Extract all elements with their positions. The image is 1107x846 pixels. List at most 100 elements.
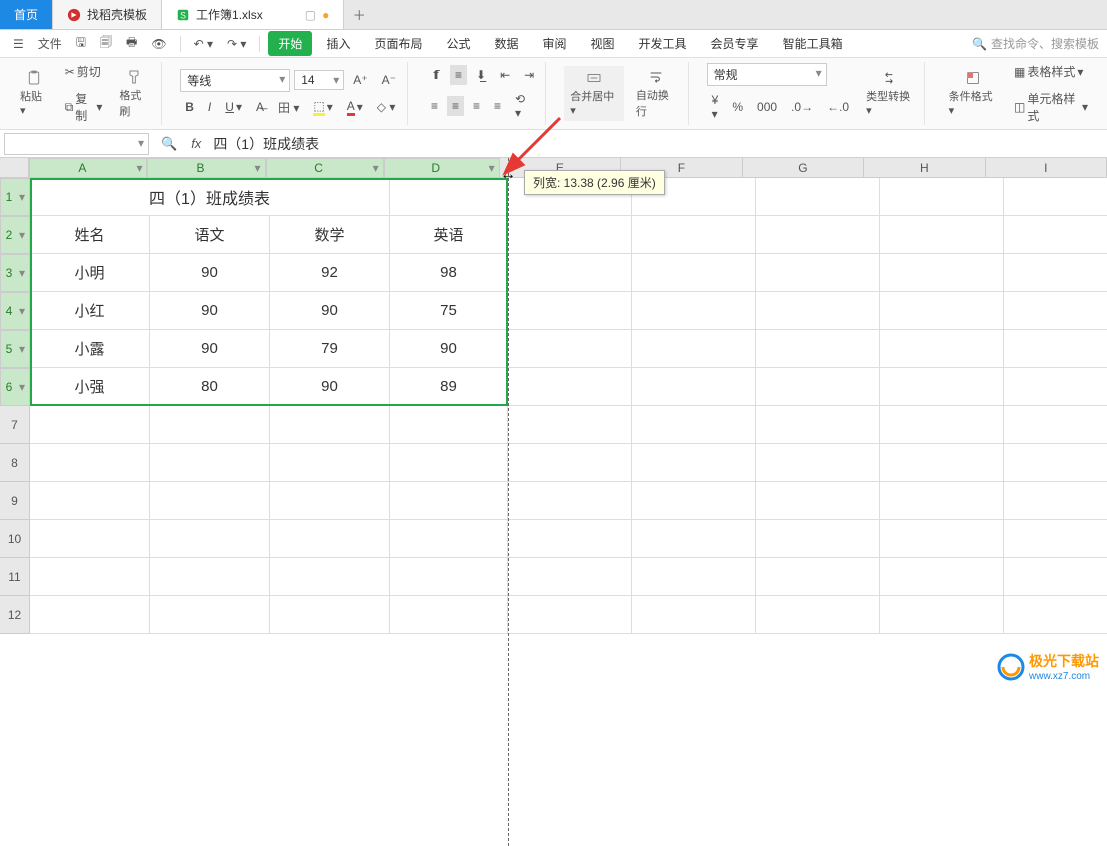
paste-button[interactable]: 粘贴 ▾ bbox=[14, 66, 54, 121]
cell[interactable]: 90 bbox=[150, 254, 270, 292]
cell[interactable]: 英语 bbox=[390, 216, 508, 254]
align-left-icon[interactable]: ≡ bbox=[426, 96, 443, 116]
auto-wrap-button[interactable]: 自动换行 bbox=[630, 65, 682, 123]
cell[interactable] bbox=[756, 520, 880, 558]
cell[interactable] bbox=[390, 406, 508, 444]
cell[interactable] bbox=[756, 444, 880, 482]
cell[interactable]: 小露 bbox=[30, 330, 150, 368]
number-format-select[interactable]: 常规 bbox=[707, 63, 827, 86]
menu-tab-formula[interactable]: 公式 bbox=[436, 31, 480, 56]
cell[interactable] bbox=[30, 520, 150, 558]
cell[interactable] bbox=[632, 292, 756, 330]
cell[interactable]: 98 bbox=[390, 254, 508, 292]
col-header-c[interactable]: C bbox=[266, 158, 384, 178]
row-header[interactable]: 6 bbox=[0, 368, 30, 406]
cell[interactable] bbox=[632, 330, 756, 368]
cell[interactable] bbox=[390, 444, 508, 482]
underline-button[interactable]: U ▾ bbox=[220, 97, 247, 117]
cell[interactable] bbox=[756, 482, 880, 520]
cell[interactable] bbox=[632, 444, 756, 482]
col-header-i[interactable]: I bbox=[986, 158, 1107, 178]
row-header[interactable]: 5 bbox=[0, 330, 30, 368]
row-header[interactable]: 10 bbox=[0, 520, 30, 558]
decrease-font-icon[interactable]: A⁻ bbox=[377, 70, 401, 90]
cell[interactable] bbox=[150, 444, 270, 482]
cell[interactable] bbox=[756, 558, 880, 596]
row-header[interactable]: 2 bbox=[0, 216, 30, 254]
align-center-icon[interactable]: ≡ bbox=[447, 96, 464, 116]
cell[interactable] bbox=[880, 178, 1004, 216]
cell[interactable] bbox=[150, 558, 270, 596]
cell[interactable] bbox=[880, 216, 1004, 254]
cell[interactable] bbox=[30, 444, 150, 482]
cut-button[interactable]: ✂剪切 bbox=[60, 60, 108, 83]
cell[interactable] bbox=[30, 558, 150, 596]
name-box[interactable] bbox=[4, 133, 149, 155]
cell[interactable] bbox=[1004, 482, 1107, 520]
cell[interactable] bbox=[1004, 368, 1107, 406]
menu-tab-devtools[interactable]: 开发工具 bbox=[629, 31, 697, 56]
undo-icon[interactable]: ↶ ▾ bbox=[189, 34, 218, 54]
tab-home[interactable]: 首页 bbox=[0, 0, 53, 29]
italic-button[interactable]: I bbox=[203, 97, 216, 117]
cell[interactable] bbox=[1004, 216, 1107, 254]
cell[interactable] bbox=[756, 330, 880, 368]
cell[interactable] bbox=[390, 520, 508, 558]
cell[interactable] bbox=[30, 406, 150, 444]
cell[interactable] bbox=[756, 406, 880, 444]
increase-indent-icon[interactable]: ⇥ bbox=[519, 65, 539, 85]
align-top-icon[interactable]: ⬆̄ bbox=[426, 65, 446, 85]
cell[interactable] bbox=[1004, 596, 1107, 634]
cell[interactable] bbox=[756, 368, 880, 406]
cell[interactable] bbox=[30, 596, 150, 634]
cell[interactable]: 语文 bbox=[150, 216, 270, 254]
cell[interactable] bbox=[880, 330, 1004, 368]
menu-tab-review[interactable]: 审阅 bbox=[533, 31, 577, 56]
cell[interactable] bbox=[1004, 444, 1107, 482]
cell[interactable] bbox=[508, 330, 632, 368]
cell[interactable] bbox=[1004, 558, 1107, 596]
cell[interactable] bbox=[1004, 330, 1107, 368]
cell[interactable] bbox=[756, 596, 880, 634]
menu-tab-smarttools[interactable]: 智能工具箱 bbox=[773, 31, 853, 56]
currency-icon[interactable]: ¥ ▾ bbox=[707, 90, 724, 124]
type-convert-button[interactable]: 类型转换 ▾ bbox=[860, 66, 918, 121]
broadcast-icon[interactable]: ▢ bbox=[305, 8, 316, 22]
menu-tab-member[interactable]: 会员专享 bbox=[701, 31, 769, 56]
row-header[interactable]: 7 bbox=[0, 406, 30, 444]
cell[interactable] bbox=[508, 558, 632, 596]
cell[interactable] bbox=[880, 292, 1004, 330]
cell[interactable] bbox=[1004, 254, 1107, 292]
cell[interactable] bbox=[632, 520, 756, 558]
cell[interactable] bbox=[632, 406, 756, 444]
cell[interactable] bbox=[390, 178, 508, 216]
bold-button[interactable]: B bbox=[180, 97, 199, 117]
format-painter-button[interactable]: 格式刷 bbox=[113, 65, 155, 123]
cell[interactable] bbox=[1004, 178, 1107, 216]
redo-icon[interactable]: ↷ ▾ bbox=[222, 34, 251, 54]
cell[interactable] bbox=[632, 254, 756, 292]
comma-icon[interactable]: 000 bbox=[752, 97, 782, 117]
new-tab-button[interactable]: ＋ bbox=[344, 0, 374, 29]
cell[interactable]: 90 bbox=[390, 330, 508, 368]
cell[interactable]: 90 bbox=[270, 368, 390, 406]
percent-icon[interactable]: % bbox=[727, 97, 748, 117]
cell[interactable] bbox=[880, 254, 1004, 292]
row-header[interactable]: 3 bbox=[0, 254, 30, 292]
cell[interactable] bbox=[880, 444, 1004, 482]
cell[interactable] bbox=[150, 482, 270, 520]
clear-format-button[interactable]: ◇ ▾ bbox=[372, 97, 401, 117]
cell[interactable] bbox=[632, 558, 756, 596]
cell[interactable]: 数学 bbox=[270, 216, 390, 254]
row-header[interactable]: 11 bbox=[0, 558, 30, 596]
cell[interactable] bbox=[390, 482, 508, 520]
fill-color-button[interactable]: ⬚ ▾ bbox=[308, 96, 337, 119]
row-header[interactable]: 1 bbox=[0, 178, 30, 216]
cell[interactable] bbox=[270, 596, 390, 634]
strikethrough-button[interactable]: A̶ bbox=[251, 97, 269, 117]
align-right-icon[interactable]: ≡ bbox=[468, 96, 485, 116]
menu-tab-data[interactable]: 数据 bbox=[484, 31, 528, 56]
cell[interactable] bbox=[880, 520, 1004, 558]
cell[interactable] bbox=[632, 482, 756, 520]
copy-button[interactable]: ⧉复制 ▾ bbox=[60, 87, 108, 127]
